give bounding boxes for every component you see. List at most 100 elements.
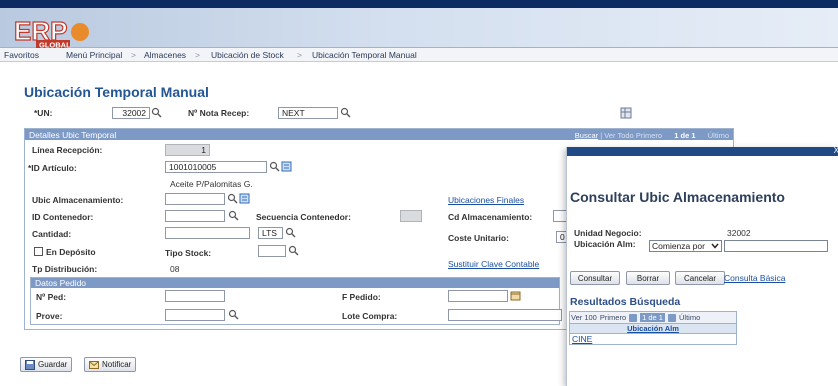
tipo-stock-label: Tipo Stock: <box>165 248 212 258</box>
chevron-down-icon <box>711 243 719 249</box>
next-icon[interactable] <box>697 130 706 138</box>
prev-icon[interactable] <box>664 130 673 138</box>
en-deposito-checkbox[interactable] <box>34 247 43 256</box>
prove-input[interactable] <box>165 309 225 321</box>
search-icon[interactable] <box>285 227 296 238</box>
ubicacion-alm-input[interactable] <box>724 240 828 252</box>
header: ERP GLOBAL <box>0 8 838 50</box>
operator-value: Comienza por <box>652 241 705 251</box>
cantidad-input[interactable] <box>165 227 250 239</box>
nota-recep-input[interactable]: NEXT <box>278 107 338 119</box>
grid-count: 1 de 1 <box>640 313 665 322</box>
nota-recep-label: Nº Nota Recep: <box>188 108 250 118</box>
secuencia-input <box>400 210 422 222</box>
calendar-icon[interactable] <box>510 290 521 301</box>
fecha-pedido-input[interactable] <box>448 290 508 302</box>
ultimo-link[interactable]: Último <box>708 131 729 140</box>
row-count: 1 de 1 <box>674 131 696 140</box>
detail-icon[interactable] <box>281 161 292 172</box>
results-grid: Ver 100 Primero 1 de 1 Último Ubicación … <box>569 311 737 345</box>
breadcrumb-favoritos[interactable]: Favoritos <box>4 50 39 60</box>
breadcrumb: Favoritos Menú Principal > Almacenes > U… <box>0 48 838 62</box>
ped-label: Nº Ped: <box>36 292 67 302</box>
cantidad-label: Cantidad: <box>32 229 72 239</box>
grid-ultimo-link[interactable]: Último <box>679 313 700 322</box>
prove-label: Prove: <box>36 311 63 321</box>
notificar-button[interactable]: Notificar <box>84 357 137 372</box>
search-icon[interactable] <box>269 161 280 172</box>
grid-nav: Ver 100 Primero 1 de 1 Último <box>570 312 736 323</box>
modal-title: Consultar Ubic Almacenamiento <box>570 189 785 205</box>
next-icon[interactable] <box>667 313 676 322</box>
un-label: *UN: <box>34 108 53 118</box>
close-icon[interactable]: X <box>834 146 838 155</box>
tp-distribucion-label: Tp Distribución: <box>32 264 98 274</box>
breadcrumb-almacenes[interactable]: Almacenes <box>144 50 186 60</box>
panel-nav: Buscar | Ver Todo Primero 1 de 1 Último <box>574 130 729 140</box>
contenedor-label: ID Contenedor: <box>32 212 94 222</box>
guardar-label: Guardar <box>38 360 68 369</box>
sustituir-clave-link[interactable]: Sustituir Clave Contable <box>448 259 539 269</box>
grid-column-header[interactable]: Ubicación Alm <box>570 323 736 334</box>
panel-header: Detalles Ubic Temporal Buscar | Ver Todo… <box>25 129 733 140</box>
primero-link[interactable]: Primero <box>636 131 662 140</box>
buscar-link[interactable]: Buscar <box>575 131 598 140</box>
prev-icon[interactable] <box>629 313 638 322</box>
search-icon[interactable] <box>227 193 238 204</box>
ver-todo-link[interactable]: Ver Todo <box>604 131 633 140</box>
search-icon[interactable] <box>228 210 239 221</box>
guardar-button[interactable]: Guardar <box>20 357 73 372</box>
ubic-alm-input[interactable] <box>165 193 225 205</box>
detail-icon[interactable] <box>239 193 250 204</box>
coste-label: Coste Unitario: <box>448 233 509 243</box>
tipo-stock-input[interactable] <box>258 245 286 257</box>
consultar-button[interactable]: Consultar <box>570 271 620 285</box>
lookup-modal: X Consultar Ubic Almacenamiento Unidad N… <box>566 146 838 386</box>
en-deposito-label: En Depósito <box>46 247 96 257</box>
unidad-input[interactable]: LTS <box>258 227 283 239</box>
page-title: Ubicación Temporal Manual <box>24 84 209 100</box>
tp-distribucion-value: 08 <box>170 264 180 274</box>
linea-label: Línea Recepción: <box>32 145 103 155</box>
datos-pedido-title: Datos Pedido <box>31 278 559 288</box>
operator-select[interactable]: Comienza por <box>649 240 722 252</box>
ped-input[interactable] <box>165 290 225 302</box>
un-input[interactable]: 32002 <box>112 107 150 119</box>
ver-100-link[interactable]: Ver 100 <box>571 313 597 322</box>
articulo-input[interactable]: 1001010005 <box>165 161 267 173</box>
cd-alm-label: Cd Almacenamiento: <box>448 212 533 222</box>
breadcrumb-separator: > <box>131 50 136 60</box>
breadcrumb-separator: > <box>195 50 200 60</box>
notify-icon <box>89 360 99 369</box>
search-icon[interactable] <box>340 107 351 118</box>
modal-titlebar: X <box>567 146 838 156</box>
articulo-description: Aceite P/Palomitas G. <box>170 179 253 189</box>
unidad-negocio-value: 32002 <box>727 228 751 238</box>
results-title: Resultados Búsqueda <box>570 296 681 308</box>
contenedor-input[interactable] <box>165 210 225 222</box>
consulta-basica-link[interactable]: Consulta Básica <box>724 273 785 283</box>
cancelar-button[interactable]: Cancelar <box>675 271 725 285</box>
save-icon <box>25 359 35 370</box>
panel-title: Detalles Ubic Temporal <box>29 130 117 140</box>
ubicaciones-finales-link[interactable]: Ubicaciones Finales <box>448 195 524 205</box>
grid-settings-icon[interactable] <box>620 107 632 119</box>
erp-logo: ERP GLOBAL <box>14 18 89 50</box>
borrar-button[interactable]: Borrar <box>626 271 670 285</box>
breadcrumb-current: Ubicación Temporal Manual <box>312 50 417 60</box>
breadcrumb-menu-principal[interactable]: Menú Principal <box>66 50 122 60</box>
linea-value: 1 <box>165 144 210 156</box>
top-band <box>0 0 838 8</box>
unidad-negocio-label: Unidad Negocio: <box>574 228 642 238</box>
grid-primero-link[interactable]: Primero <box>600 313 626 322</box>
search-icon[interactable] <box>151 107 162 118</box>
fecha-pedido-label: F Pedido: <box>342 292 381 302</box>
search-icon[interactable] <box>228 309 239 320</box>
search-icon[interactable] <box>288 245 299 256</box>
table-row[interactable]: CINE <box>570 334 736 344</box>
cd-alm-input[interactable] <box>553 210 567 222</box>
ubic-alm-label: Ubic Almacenamiento: <box>32 195 124 205</box>
lote-compra-input[interactable] <box>448 309 562 321</box>
breadcrumb-ubicacion-stock[interactable]: Ubicación de Stock <box>211 50 284 60</box>
secuencia-label: Secuencia Contenedor: <box>256 212 351 222</box>
